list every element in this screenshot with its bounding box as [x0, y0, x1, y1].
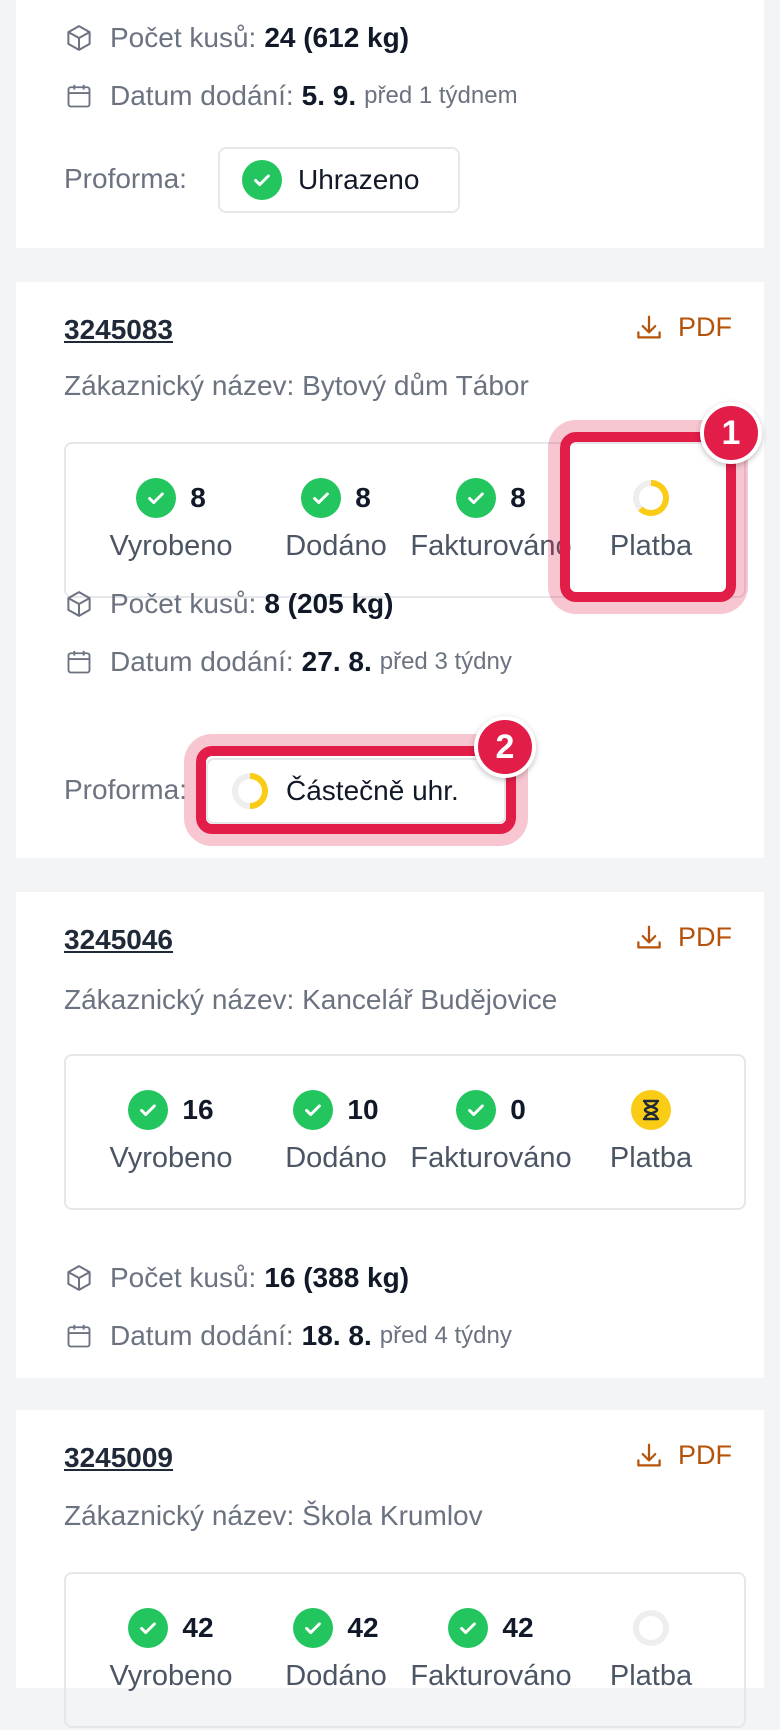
status-invoiced: 0 Fakturováno — [406, 1056, 576, 1212]
delivery-label: Datum dodání: — [110, 646, 294, 677]
empty-progress-icon — [633, 1610, 669, 1646]
hourglass-icon — [631, 1090, 671, 1130]
produced-count: 16 — [182, 1094, 214, 1125]
status-overview: 42 Vyrobeno 42 Dodáno 42 Fakturováno Pla… — [64, 1572, 746, 1728]
status-delivered: 42 Dodáno — [251, 1574, 421, 1730]
delivered-count: 42 — [347, 1612, 379, 1643]
order-card: 3245009 PDF Zákaznický název: Škola Krum… — [16, 1410, 764, 1728]
produced-count: 8 — [190, 482, 206, 513]
delivery-label: Datum dodání: — [110, 1320, 294, 1351]
status-delivered: 10 Dodáno — [251, 1056, 421, 1212]
pieces-value: 16 (388 kg) — [264, 1262, 410, 1293]
status-payment[interactable]: Platba — [566, 1056, 736, 1212]
payment-label: Platba — [609, 1660, 693, 1692]
produced-count: 42 — [182, 1612, 214, 1643]
proforma-label: Proforma: — [64, 774, 187, 805]
calendar-icon — [64, 81, 94, 111]
payment-highlight-frame — [560, 432, 736, 602]
pieces-label: Počet kusů: — [110, 588, 257, 619]
status-produced: 42 Vyrobeno — [86, 1574, 256, 1730]
proforma-label: Proforma: — [64, 163, 187, 194]
invoiced-count: 0 — [510, 1094, 526, 1125]
check-icon — [242, 160, 282, 200]
pdf-download-button[interactable]: PDF — [634, 312, 732, 343]
delivery-row: Datum dodání: 5. 9. před 1 týdnem — [64, 80, 518, 112]
delivery-row: Datum dodání: 18. 8. před 4 týdny — [64, 1320, 512, 1352]
customer-name: Zákaznický název: Škola Krumlov — [64, 1500, 483, 1531]
pieces-label: Počet kusů: — [110, 1262, 257, 1293]
status-overview: 16 Vyrobeno 10 Dodáno 0 Fakturováno Plat… — [64, 1054, 746, 1210]
calendar-icon — [64, 1321, 94, 1351]
status-payment[interactable]: Platba — [566, 1574, 736, 1730]
delivery-label: Datum dodání: — [110, 80, 294, 111]
payment-label: Platba — [609, 1142, 693, 1174]
check-icon — [128, 1608, 169, 1648]
delivered-count: 10 — [347, 1094, 379, 1125]
pieces-value: 8 (205 kg) — [264, 588, 394, 619]
order-id-link[interactable]: 3245046 — [64, 924, 173, 956]
check-icon — [293, 1090, 334, 1130]
customer-name: Zákaznický název: Kancelář Budějovice — [64, 984, 558, 1015]
step-badge-2: 2 — [474, 716, 536, 778]
box-icon — [64, 589, 94, 619]
pdf-label: PDF — [678, 1440, 732, 1470]
status-delivered: 8 Dodáno — [251, 444, 421, 600]
check-icon — [293, 1608, 334, 1648]
pdf-label: PDF — [678, 312, 732, 342]
box-icon — [64, 1263, 94, 1293]
delivery-row: Datum dodání: 27. 8. před 3 týdny — [64, 646, 512, 678]
check-icon — [301, 478, 342, 518]
pdf-download-button[interactable]: PDF — [634, 1440, 732, 1471]
proforma-status-text: Uhrazeno — [298, 164, 420, 195]
delivery-relative: před 3 týdny — [379, 648, 512, 675]
order-card: 3245046 PDF Zákaznický název: Kancelář B… — [16, 892, 764, 1378]
pieces-label: Počet kusů: — [110, 22, 257, 53]
pieces-value: 24 (612 kg) — [264, 22, 410, 53]
delivery-date: 5. 9. — [301, 80, 357, 111]
check-icon — [128, 1090, 169, 1130]
box-icon — [64, 23, 94, 53]
check-icon — [448, 1608, 489, 1648]
check-icon — [456, 478, 497, 518]
order-id-link[interactable]: 3245009 — [64, 1442, 173, 1474]
pdf-label: PDF — [678, 922, 732, 952]
download-icon — [637, 315, 661, 338]
delivery-date: 27. 8. — [301, 646, 372, 677]
pieces-row: Počet kusů: 24 (612 kg) — [64, 22, 409, 54]
download-icon — [637, 1443, 661, 1466]
status-invoiced: 8 Fakturováno — [406, 444, 576, 600]
pieces-row: Počet kusů: 16 (388 kg) — [64, 1262, 409, 1294]
status-produced: 16 Vyrobeno — [86, 1056, 256, 1212]
order-id-link[interactable]: 3245083 — [64, 314, 173, 346]
proforma-status-chip[interactable]: Uhrazeno — [218, 147, 460, 213]
pdf-download-button[interactable]: PDF — [634, 922, 732, 953]
step-badge-1: 1 — [700, 402, 762, 464]
pieces-row: Počet kusů: 8 (205 kg) — [64, 588, 393, 620]
status-produced: 8 Vyrobeno — [86, 444, 256, 600]
delivery-date: 18. 8. — [301, 1320, 372, 1351]
delivery-relative: před 4 týdny — [379, 1322, 512, 1349]
calendar-icon — [64, 647, 94, 677]
proforma-highlight-frame — [196, 746, 516, 834]
order-card: Počet kusů: 24 (612 kg) Datum dodání: 5.… — [16, 0, 764, 248]
delivery-relative: před 1 týdnem — [364, 82, 518, 109]
invoiced-count: 42 — [502, 1612, 534, 1643]
customer-name: Zákaznický název: Bytový dům Tábor — [64, 370, 529, 401]
download-icon — [637, 925, 661, 948]
delivered-count: 8 — [355, 482, 371, 513]
check-icon — [136, 478, 177, 518]
check-icon — [456, 1090, 497, 1130]
status-invoiced: 42 Fakturováno — [406, 1574, 576, 1730]
invoiced-count: 8 — [510, 482, 526, 513]
